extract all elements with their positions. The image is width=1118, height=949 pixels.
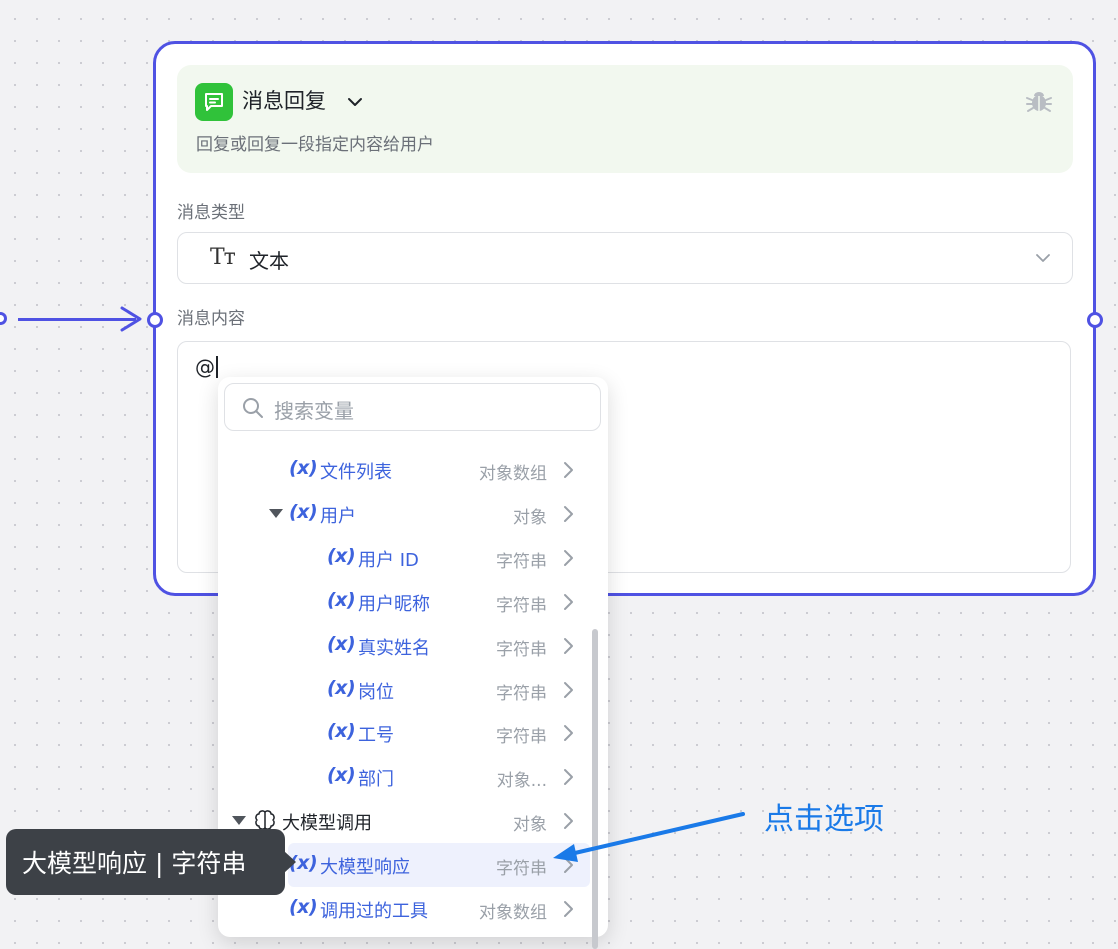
- chevron-right-icon: [564, 462, 573, 478]
- variable-icon: (x): [327, 545, 356, 567]
- chevron-right-icon: [564, 638, 573, 654]
- dropdown-scrollbar[interactable]: [592, 629, 598, 949]
- expand-triangle-icon[interactable]: [232, 816, 246, 825]
- node-header: [177, 65, 1073, 173]
- node-description: 回复或回复一段指定内容给用户: [196, 135, 434, 155]
- variable-item[interactable]: (x) 工号 字符串: [218, 711, 590, 755]
- variable-icon: (x): [289, 896, 318, 918]
- bug-icon[interactable]: [1024, 86, 1054, 116]
- prev-node-output-port[interactable]: [0, 312, 7, 325]
- message-type-value: 文本: [249, 249, 289, 273]
- variable-icon: (x): [327, 677, 356, 699]
- node-input-port[interactable]: [147, 312, 163, 328]
- variable-item[interactable]: (x) 用户 ID 字符串: [218, 536, 590, 580]
- variable-icon: (x): [327, 764, 356, 786]
- chevron-right-icon: [564, 901, 573, 917]
- connection-arrowhead-icon: [120, 306, 142, 332]
- variable-icon: (x): [327, 720, 356, 742]
- expand-triangle-icon[interactable]: [269, 509, 283, 518]
- message-content-label: 消息内容: [177, 309, 245, 329]
- variable-item[interactable]: (x) 真实姓名 字符串: [218, 624, 590, 668]
- variable-group-user[interactable]: (x) 用户 对象: [218, 492, 590, 536]
- chevron-right-icon: [564, 550, 573, 566]
- chevron-right-icon: [564, 725, 573, 741]
- variable-item-highlighted[interactable]: (x) 大模型响应 字符串: [288, 843, 590, 887]
- annotation-arrow-icon: [553, 812, 745, 862]
- chat-bubble-icon: [195, 83, 233, 121]
- text-caret: [216, 356, 218, 378]
- variable-item[interactable]: (x) 岗位 字符串: [218, 668, 590, 712]
- chevron-down-icon[interactable]: [346, 93, 364, 111]
- message-type-select[interactable]: Tт 文本: [177, 232, 1073, 284]
- variable-tooltip: 大模型响应 | 字符串: [6, 829, 285, 895]
- chevron-right-icon: [564, 506, 573, 522]
- message-type-label: 消息类型: [177, 203, 245, 223]
- chevron-down-icon: [1036, 254, 1050, 262]
- chevron-right-icon: [564, 594, 573, 610]
- search-icon: [243, 398, 263, 418]
- variable-item[interactable]: (x) 用户昵称 字符串: [218, 580, 590, 624]
- variable-icon: (x): [289, 501, 318, 523]
- variable-icon: (x): [327, 633, 356, 655]
- node-title[interactable]: 消息回复: [242, 86, 326, 116]
- variable-icon: (x): [289, 457, 318, 479]
- variable-search-input[interactable]: 搜索变量: [224, 383, 601, 431]
- variable-item[interactable]: (x) 文件列表 对象数组: [218, 448, 590, 492]
- variable-item[interactable]: (x) 部门 对象...: [218, 755, 590, 799]
- chevron-right-icon: [564, 769, 573, 785]
- annotation-label: 点击选项: [764, 802, 884, 837]
- tooltip-tail: [284, 851, 296, 873]
- message-content-value: @: [195, 355, 215, 379]
- text-type-icon: Tт: [210, 245, 236, 270]
- node-output-port[interactable]: [1087, 312, 1103, 328]
- chevron-right-icon: [564, 682, 573, 698]
- variable-icon: (x): [327, 589, 356, 611]
